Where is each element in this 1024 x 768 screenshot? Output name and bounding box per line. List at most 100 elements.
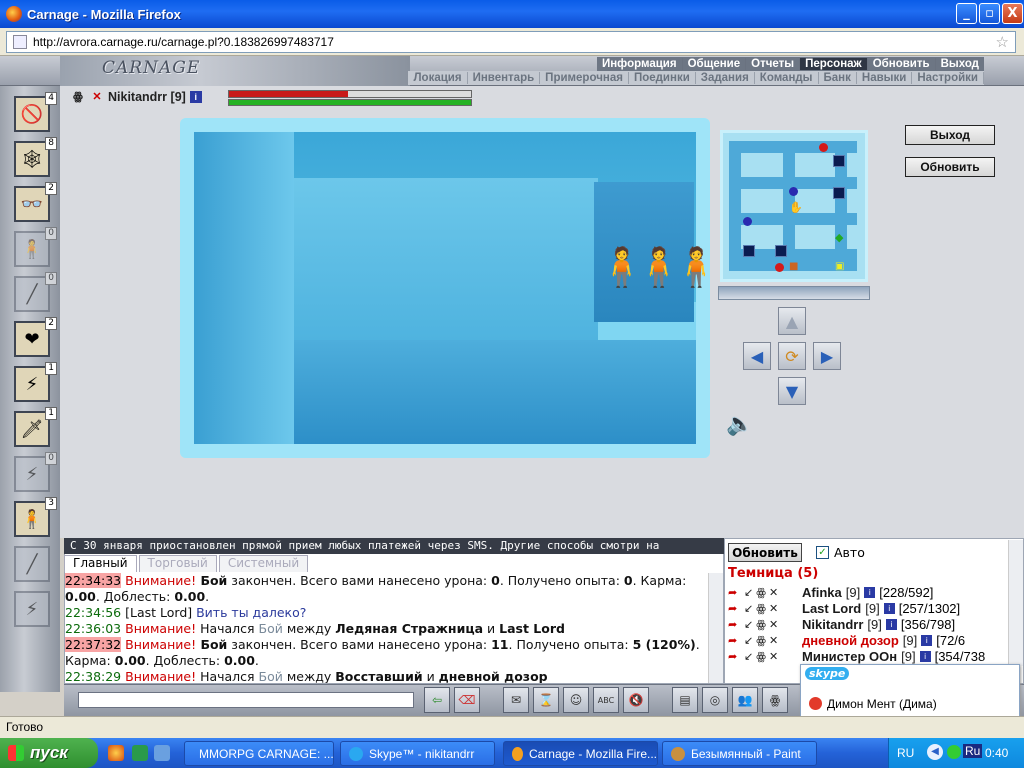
main-nav-item[interactable]: Выход — [936, 58, 984, 70]
close-button[interactable]: X — [1002, 3, 1023, 24]
sub-nav-item[interactable]: Задания — [696, 72, 755, 84]
minimize-button[interactable]: _ — [956, 3, 977, 24]
skill-slot[interactable]: 🗡 1 — [14, 407, 57, 447]
player-name[interactable]: Nikitandrr — [108, 90, 167, 104]
skill-slot[interactable]: ╱ 0 — [14, 272, 57, 312]
room-user-row[interactable]: ➦ ↙ ꙮ ✕ Министер ООн [9] i [354/738 — [728, 649, 985, 664]
eraser-icon[interactable]: ⌫ — [454, 687, 480, 713]
maximize-button[interactable]: ▫ — [979, 3, 1000, 24]
coins-icon[interactable]: ◎ — [702, 687, 728, 713]
language-indicator[interactable]: RU — [897, 746, 914, 760]
sub-nav-item[interactable]: Навыки — [857, 72, 913, 84]
main-nav-item[interactable]: Обновить — [868, 58, 936, 70]
message-time[interactable]: 22:37:32 — [65, 637, 122, 652]
chat-tab[interactable]: Торговый — [138, 555, 217, 572]
user-info-icon[interactable]: i — [885, 619, 897, 630]
smiley-icon[interactable]: ☺ — [563, 687, 589, 713]
monster-group-sprite[interactable]: 🧍🧍🧍 — [598, 245, 720, 290]
skill-slot[interactable]: ⚡ 1 — [14, 362, 57, 402]
private-message-icon[interactable]: ➦ — [728, 650, 744, 663]
main-nav-item[interactable]: Отчеты — [746, 58, 801, 70]
user-name[interactable]: Министер ООн — [802, 649, 897, 664]
message-time[interactable]: 22:36:03 — [65, 621, 121, 636]
sub-nav-item[interactable]: Поединки — [629, 72, 696, 84]
user-name[interactable]: Last Lord — [802, 601, 861, 616]
user-name[interactable]: Nikitandrr — [802, 617, 863, 632]
chat-input[interactable] — [78, 692, 414, 708]
skype-tray-icon[interactable] — [947, 745, 961, 759]
refresh-button[interactable]: Обновить — [905, 157, 995, 177]
bookmark-star-icon[interactable]: ☆ — [996, 33, 1009, 51]
app-quicklaunch-icon[interactable] — [132, 745, 148, 761]
main-nav-item[interactable]: Общение — [683, 58, 747, 70]
taskbar-item[interactable]: Carnage - Mozilla Fire... — [503, 741, 658, 766]
mute-icon[interactable]: 🔇 — [623, 687, 649, 713]
private-message-icon[interactable]: ➦ — [728, 634, 744, 647]
user-info-icon[interactable]: i — [919, 651, 931, 662]
room-scrollbar[interactable] — [1008, 540, 1023, 666]
turn-right-button[interactable]: ▶ — [813, 342, 841, 370]
room-user-row[interactable]: ➦ ↙ ꙮ ✕ Afinka [9] i [228/592] — [728, 585, 933, 600]
translit-icon[interactable]: ABC — [593, 687, 619, 713]
skill-slot[interactable]: 🚫 4 — [14, 92, 57, 132]
url-field[interactable]: http://avrora.carnage.ru/carnage.pl?0.18… — [6, 31, 1016, 53]
start-button[interactable]: пуск — [0, 738, 98, 768]
hourglass-icon[interactable]: ⌛ — [533, 687, 559, 713]
sub-nav-item[interactable]: Локация — [408, 72, 468, 84]
user-name[interactable]: дневной дозор — [802, 633, 899, 648]
chat-tab[interactable]: Системный — [218, 555, 309, 572]
clan-toolbar-icon[interactable]: ꙮ — [762, 687, 788, 713]
skill-slot[interactable]: ⚡ 0 — [14, 452, 57, 492]
taskbar-item[interactable]: Безымянный - Paint — [662, 741, 817, 766]
room-user-row[interactable]: ➦ ↙ ꙮ ✕ Last Lord [9] i [257/1302] — [728, 601, 960, 616]
room-refresh-button[interactable]: Обновить — [728, 543, 802, 562]
taskbar-item[interactable]: Skype™ - nikitandrr — [340, 741, 495, 766]
sub-nav-item[interactable]: Инвентарь — [468, 72, 541, 84]
main-nav-item[interactable]: Персонаж — [800, 58, 868, 70]
sub-nav-item[interactable]: Настройки — [912, 72, 984, 84]
private-message-icon[interactable]: ➦ — [728, 602, 744, 615]
skill-slot[interactable]: ❤ 2 — [14, 317, 57, 357]
main-nav-item[interactable]: Информация — [597, 58, 683, 70]
sub-nav-item[interactable]: Примерочная — [540, 72, 629, 84]
message-time[interactable]: 22:34:33 — [65, 573, 122, 588]
skill-slot[interactable]: 🕸 8 — [14, 137, 57, 177]
tray-arrow-icon[interactable]: ◀ — [927, 744, 943, 760]
chat-tab[interactable]: Главный — [64, 555, 137, 572]
turn-left-button[interactable]: ◀ — [743, 342, 771, 370]
group-icon[interactable]: 👥 — [732, 687, 758, 713]
sub-nav-item[interactable]: Банк — [819, 72, 857, 84]
send-icon[interactable]: ⇦ — [424, 687, 450, 713]
message-time[interactable]: 22:34:56 — [65, 605, 121, 620]
user-info-icon[interactable]: i — [921, 635, 933, 646]
skill-slot[interactable]: 👓 2 — [14, 182, 57, 222]
sub-nav-item[interactable]: Команды — [755, 72, 819, 84]
user-info-icon[interactable]: i — [883, 603, 895, 614]
player-info-button[interactable]: i — [189, 91, 202, 103]
firefox-quicklaunch-icon[interactable] — [108, 745, 124, 761]
mail-icon[interactable]: ✉ — [503, 687, 529, 713]
skill-slot[interactable]: 🧍 0 — [14, 227, 57, 267]
room-user-row[interactable]: ➦ ↙ ꙮ ✕ Nikitandrr [9] i [356/798] — [728, 617, 955, 632]
map-zoom-slider[interactable] — [718, 286, 870, 300]
move-back-button[interactable]: ▼ — [778, 377, 806, 405]
room-user-row[interactable]: ➦ ↙ ꙮ ✕ дневной дозор [9] i [72/6 — [728, 633, 965, 648]
exit-button[interactable]: Выход — [905, 125, 995, 145]
move-forward-button[interactable]: ▲ — [778, 307, 806, 335]
ime-indicator[interactable]: Ru — [963, 744, 983, 758]
private-message-icon[interactable]: ➦ — [728, 586, 744, 599]
chest-icon[interactable]: ▤ — [672, 687, 698, 713]
window-title-bar[interactable]: Carnage - Mozilla Firefox _ ▫ X — [0, 0, 1024, 28]
desktop-quicklaunch-icon[interactable] — [154, 745, 170, 761]
private-message-icon[interactable]: ➦ — [728, 618, 744, 631]
skill-slot[interactable]: ⚡ — [14, 591, 50, 627]
user-info-icon[interactable]: i — [864, 587, 876, 598]
message-time[interactable]: 22:38:29 — [65, 669, 121, 683]
turn-around-button[interactable]: ⟳ — [778, 342, 806, 370]
auto-refresh-checkbox[interactable]: ✓ — [816, 546, 829, 559]
skill-slot[interactable]: 🧍 3 — [14, 497, 57, 537]
taskbar-item[interactable]: MMORPG CARNAGE: ... — [184, 741, 334, 766]
skill-slot[interactable]: ╱ — [14, 546, 50, 582]
user-name[interactable]: Afinka — [802, 585, 842, 600]
chat-scrollbar[interactable] — [708, 573, 723, 683]
